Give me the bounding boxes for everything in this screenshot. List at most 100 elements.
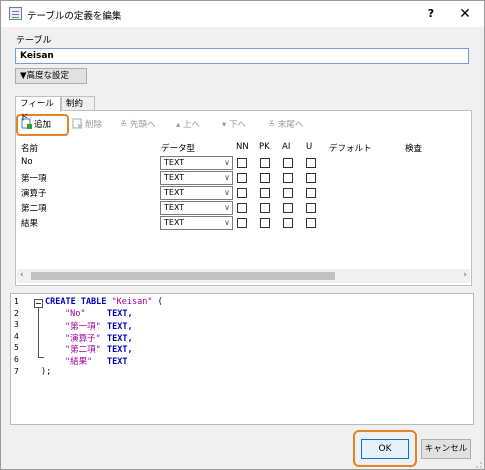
title-bar: テーブルの定義を編集 ? ✕ bbox=[1, 1, 484, 27]
sql-table-name: "Keisan" bbox=[111, 297, 153, 307]
edit-table-dialog: テーブルの定義を編集 ? ✕ テーブル Keisan ▼高度な設定 フィールド … bbox=[0, 0, 485, 470]
checkbox-ai[interactable] bbox=[283, 188, 293, 198]
checkbox-u[interactable] bbox=[306, 158, 316, 168]
checkbox-pk[interactable] bbox=[260, 203, 270, 213]
resize-grip-icon[interactable] bbox=[475, 461, 483, 469]
checkbox-nn[interactable] bbox=[237, 173, 247, 183]
table-icon bbox=[9, 7, 22, 20]
move-last-button[interactable]: ≚ 末尾へ bbox=[268, 118, 303, 130]
tab-constraints[interactable]: 制約 bbox=[61, 96, 95, 111]
sql-column-name: "No" bbox=[65, 308, 86, 319]
field-type-value: TEXT bbox=[164, 203, 185, 212]
move-down-button[interactable]: ▾ 下へ bbox=[222, 118, 246, 130]
sql-column-type: TEXT bbox=[107, 357, 128, 367]
field-name-cell[interactable]: 結果 bbox=[21, 217, 38, 229]
scroll-thumb[interactable] bbox=[31, 272, 335, 280]
checkbox-u[interactable] bbox=[306, 203, 316, 213]
sql-column-type: TEXT, bbox=[107, 345, 133, 356]
move-down-icon: ▾ bbox=[222, 120, 229, 130]
field-name-cell[interactable]: 演算子 bbox=[21, 187, 47, 199]
checkbox-pk[interactable] bbox=[260, 188, 270, 198]
checkbox-ai[interactable] bbox=[283, 173, 293, 183]
field-name-cell[interactable]: 第一項 bbox=[21, 172, 47, 184]
field-type-select[interactable]: TEXT ∨ bbox=[160, 171, 233, 185]
field-type-value: TEXT bbox=[164, 173, 185, 182]
checkbox-nn[interactable] bbox=[237, 218, 247, 228]
table-name-input[interactable]: Keisan bbox=[15, 48, 469, 64]
checkbox-u[interactable] bbox=[306, 218, 316, 228]
cancel-button[interactable]: キャンセル bbox=[421, 439, 471, 459]
sql-line: "No" TEXT, bbox=[65, 309, 133, 319]
header-u: U bbox=[306, 142, 313, 152]
move-up-icon: ▴ bbox=[176, 120, 183, 130]
move-first-button[interactable]: ≚ 先頭へ bbox=[120, 118, 155, 130]
sql-line: "第二項" TEXT, bbox=[65, 343, 133, 355]
line-number: 5 bbox=[14, 343, 19, 353]
field-type-select[interactable]: TEXT ∨ bbox=[160, 216, 233, 230]
line-number: 1 bbox=[14, 297, 19, 306]
advanced-settings-button[interactable]: ▼高度な設定 bbox=[15, 68, 87, 84]
delete-label: 削除 bbox=[85, 120, 103, 130]
checkbox-nn[interactable] bbox=[237, 203, 247, 213]
delete-icon bbox=[72, 118, 83, 129]
checkbox-ai[interactable] bbox=[283, 203, 293, 213]
field-type-value: TEXT bbox=[164, 188, 185, 197]
checkbox-u[interactable] bbox=[306, 188, 316, 198]
fields-panel: 追加 削除 ≚ 先頭へ ▴ 上へ ▾ 下へ ≚ 末尾へ 名前 データ型 NN P… bbox=[15, 110, 472, 286]
checkbox-pk[interactable] bbox=[260, 158, 270, 168]
sql-line: ); bbox=[41, 367, 51, 377]
tab-fields[interactable]: フィールド bbox=[15, 96, 61, 123]
sql-column-name: "演算子" bbox=[65, 333, 101, 344]
chevron-down-icon: ∨ bbox=[224, 188, 230, 197]
move-first-icon: ≚ bbox=[120, 120, 130, 130]
scroll-right-icon[interactable]: › bbox=[463, 270, 467, 280]
sql-keyword: CREATE TABLE bbox=[45, 297, 107, 307]
sql-preview[interactable]: 1 2 3 4 5 6 7 CREATE TABLE "Keisan" ("No" TEXT, "… bbox=[10, 293, 474, 425]
move-down-label: 下へ bbox=[228, 120, 246, 130]
sql-column-type: TEXT, bbox=[107, 322, 133, 333]
sql-line: CREATE TABLE "Keisan" ( bbox=[45, 297, 163, 307]
delete-field-button[interactable]: 削除 bbox=[72, 118, 102, 130]
line-number: 3 bbox=[14, 320, 19, 330]
sql-column-name: "結果" bbox=[65, 357, 93, 367]
sql-column-type: TEXT, bbox=[107, 333, 133, 344]
field-type-select[interactable]: TEXT ∨ bbox=[160, 156, 233, 170]
horizontal-scrollbar[interactable]: ‹ › bbox=[17, 269, 470, 283]
move-up-button[interactable]: ▴ 上へ bbox=[176, 118, 200, 130]
checkbox-nn[interactable] bbox=[237, 158, 247, 168]
checkbox-nn[interactable] bbox=[237, 188, 247, 198]
header-ai: AI bbox=[282, 142, 291, 152]
move-first-label: 先頭へ bbox=[129, 120, 156, 130]
line-number: 7 bbox=[14, 366, 19, 376]
checkbox-u[interactable] bbox=[306, 173, 316, 183]
close-icon[interactable]: ✕ bbox=[453, 4, 477, 24]
window-title: テーブルの定義を編集 bbox=[27, 11, 122, 22]
chevron-down-icon: ∨ bbox=[224, 203, 230, 212]
checkbox-ai[interactable] bbox=[283, 218, 293, 228]
sql-column-name: "第一項" bbox=[65, 322, 101, 333]
line-number: 6 bbox=[14, 355, 19, 364]
fold-guide-end bbox=[38, 357, 44, 358]
table-label: テーブル bbox=[16, 36, 52, 46]
chevron-down-icon: ∨ bbox=[224, 218, 230, 227]
checkbox-pk[interactable] bbox=[260, 218, 270, 228]
move-last-label: 末尾へ bbox=[277, 120, 304, 130]
checkbox-pk[interactable] bbox=[260, 173, 270, 183]
field-type-value: TEXT bbox=[164, 218, 185, 227]
field-name-cell[interactable]: No bbox=[21, 157, 33, 167]
header-pk: PK bbox=[259, 142, 270, 152]
sql-line: "第一項" TEXT, bbox=[65, 320, 133, 332]
checkbox-ai[interactable] bbox=[283, 158, 293, 168]
field-type-select[interactable]: TEXT ∨ bbox=[160, 201, 233, 215]
field-type-select[interactable]: TEXT ∨ bbox=[160, 186, 233, 200]
sql-column-name: "第二項" bbox=[65, 345, 101, 356]
fold-toggle-icon[interactable] bbox=[34, 299, 43, 308]
sql-line: "演算子" TEXT, bbox=[65, 332, 133, 344]
field-name-cell[interactable]: 第二項 bbox=[21, 202, 47, 214]
sql-line: "結果" TEXT bbox=[65, 355, 127, 367]
header-type: データ型 bbox=[161, 144, 196, 154]
header-name: 名前 bbox=[21, 144, 39, 154]
help-button[interactable]: ? bbox=[421, 5, 441, 23]
header-nn: NN bbox=[236, 142, 249, 152]
scroll-left-icon[interactable]: ‹ bbox=[20, 270, 24, 280]
